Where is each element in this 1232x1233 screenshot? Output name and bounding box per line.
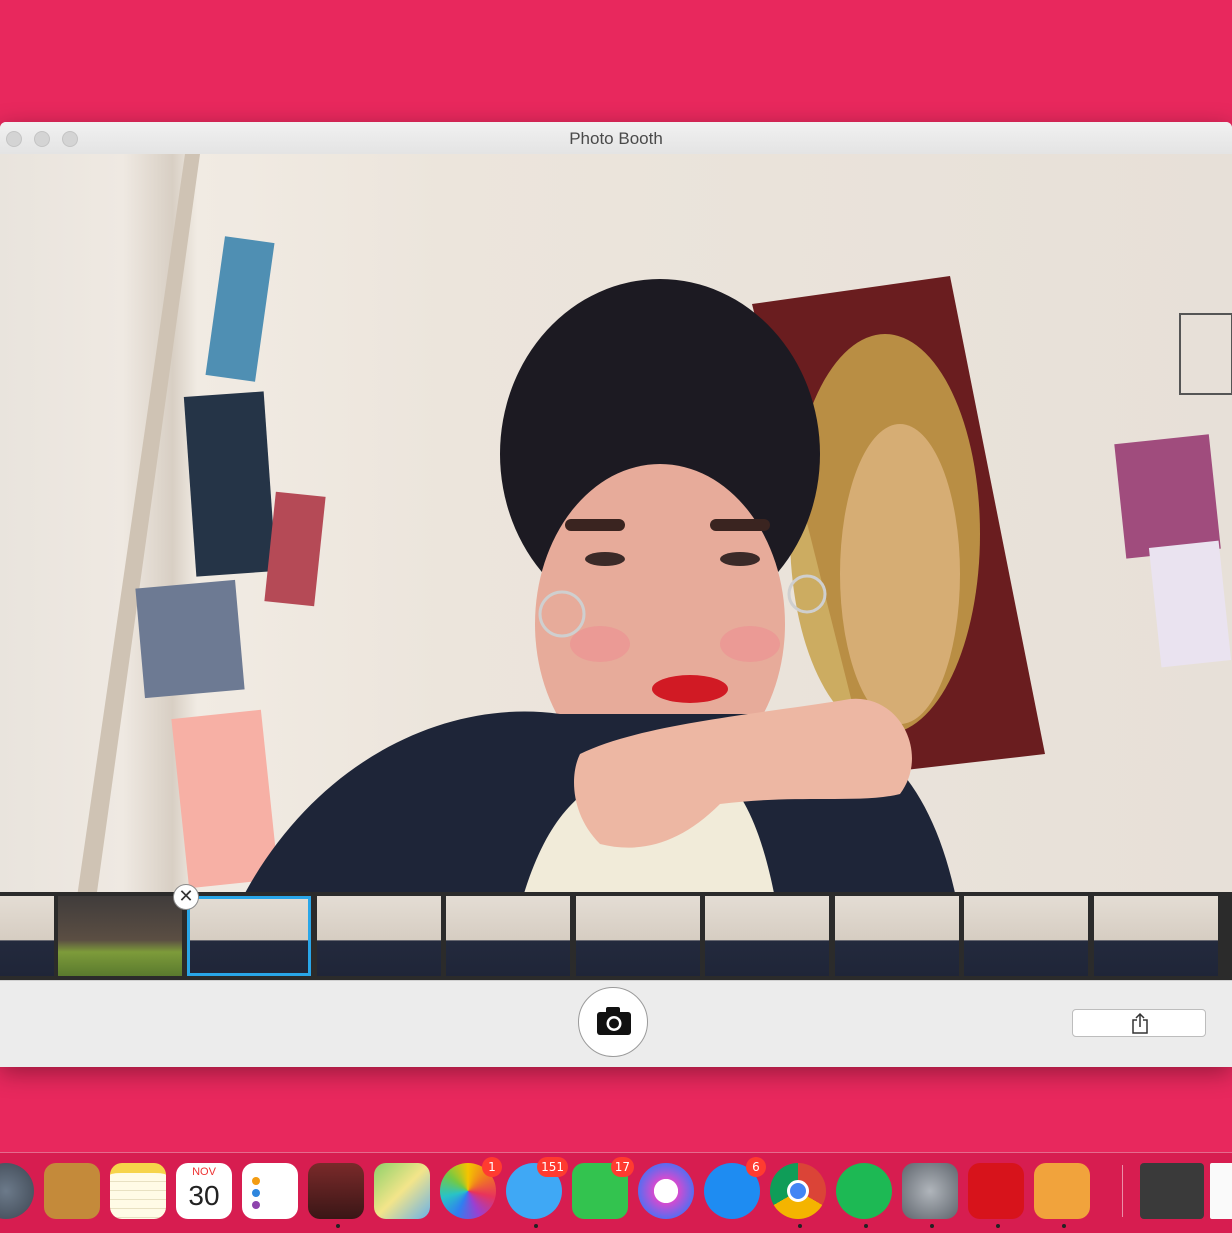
photo-thumbnail[interactable] — [317, 896, 441, 976]
photo-thumbnail[interactable] — [705, 896, 829, 976]
photo-thumbnail[interactable] — [446, 896, 570, 976]
itunes-icon[interactable] — [638, 1163, 694, 1219]
photo-thumbnail[interactable] — [835, 896, 959, 976]
document-icon[interactable] — [1210, 1163, 1232, 1219]
photo-thumbnail[interactable] — [0, 896, 54, 976]
running-indicator — [534, 1224, 538, 1228]
photos-badge: 1 — [482, 1157, 502, 1177]
running-indicator — [996, 1224, 1000, 1228]
share-button[interactable] — [1072, 1009, 1206, 1037]
photo-thumbnail[interactable] — [1094, 896, 1218, 976]
calendar-icon[interactable]: NOV 30 — [176, 1163, 232, 1219]
gear-icon[interactable] — [902, 1163, 958, 1219]
dock-separator — [1122, 1165, 1123, 1217]
dock: NOV 30 1 151 17 6 — [0, 1152, 1232, 1233]
close-icon: ✕ — [178, 886, 194, 906]
facetime-icon[interactable]: 17 — [572, 1157, 634, 1219]
take-photo-button[interactable] — [578, 987, 648, 1057]
maps-icon[interactable] — [374, 1163, 430, 1219]
rocket-icon[interactable] — [0, 1163, 34, 1219]
running-indicator — [864, 1224, 868, 1228]
contacts-icon[interactable] — [44, 1163, 100, 1219]
app-store-icon[interactable]: 6 — [704, 1157, 766, 1219]
photo-booth-icon[interactable] — [308, 1163, 364, 1219]
calendar-month: NOV — [192, 1166, 216, 1178]
photo-thumbnail[interactable] — [58, 896, 182, 976]
notes-icon[interactable] — [110, 1163, 166, 1219]
reminders-icon[interactable] — [242, 1163, 298, 1219]
share-icon — [1132, 1012, 1148, 1034]
running-indicator — [336, 1224, 340, 1228]
photo-thumbnail[interactable] — [964, 896, 1088, 976]
delete-photo-button[interactable]: ✕ — [173, 884, 199, 910]
running-indicator — [930, 1224, 934, 1228]
messages-icon[interactable]: 151 — [506, 1157, 568, 1219]
photo-thumbnail-selected[interactable] — [187, 896, 311, 976]
chrome-icon[interactable] — [770, 1163, 826, 1219]
calendar-day: 30 — [188, 1180, 220, 1211]
messages-badge: 151 — [537, 1157, 568, 1177]
facetime-badge: 17 — [610, 1157, 634, 1177]
title-bar[interactable]: Photo Booth — [0, 122, 1232, 155]
camera-icon — [597, 1007, 631, 1035]
spotify-icon[interactable] — [836, 1163, 892, 1219]
photo-booth-window: Photo Booth ✕ — [0, 122, 1232, 1067]
pages-icon[interactable] — [1034, 1163, 1090, 1219]
running-indicator — [1062, 1224, 1066, 1228]
photo-thumbnail[interactable] — [576, 896, 700, 976]
minimized-window[interactable] — [1140, 1163, 1204, 1219]
running-indicator — [798, 1224, 802, 1228]
photos-icon[interactable]: 1 — [440, 1157, 502, 1219]
window-title: Photo Booth — [569, 129, 663, 148]
adobe-icon[interactable] — [968, 1163, 1024, 1219]
app-store-badge: 6 — [746, 1157, 766, 1177]
